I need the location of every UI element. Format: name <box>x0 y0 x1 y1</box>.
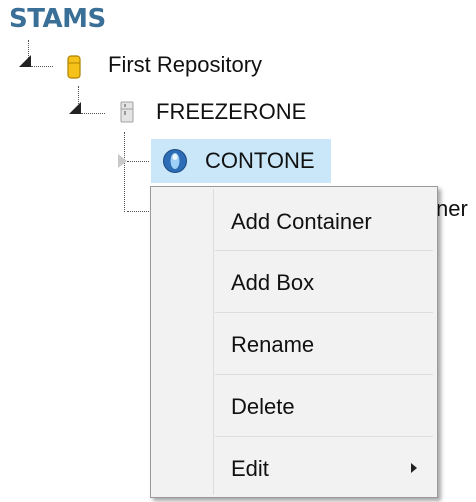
menu-item-label: Rename <box>231 332 315 357</box>
menu-separator <box>215 436 433 437</box>
menu-item-label: Add Container <box>231 209 372 234</box>
submenu-arrow-icon <box>411 463 417 473</box>
expand-toggle-root[interactable] <box>19 55 31 67</box>
freezer-icon <box>120 101 134 123</box>
app-title: STAMS <box>9 4 106 34</box>
tree-node-label: FREEZERONE <box>156 99 307 124</box>
menu-item-add-container[interactable]: Add Container <box>153 191 435 251</box>
container-icon <box>163 149 187 173</box>
menu-item-label: Add Box <box>231 270 315 295</box>
menu-separator <box>215 374 433 375</box>
menu-separator <box>215 250 433 251</box>
menu-item-edit[interactable]: Edit <box>153 438 435 498</box>
tree-connector <box>127 211 151 212</box>
expand-toggle-repository[interactable] <box>69 102 81 114</box>
tree-connector <box>127 161 149 162</box>
menu-item-delete[interactable]: Delete <box>153 376 435 436</box>
tree-connector <box>81 113 105 114</box>
context-menu: Add Container Add Box Rename Delete Edit <box>150 186 438 498</box>
repository-icon <box>67 55 81 79</box>
tree-node-label-partial: ner <box>436 196 468 221</box>
menu-item-add-box[interactable]: Add Box <box>153 252 435 312</box>
tree-node-label: First Repository <box>108 52 263 77</box>
tree-node-label: CONTONE <box>205 148 315 173</box>
menu-item-label: Edit <box>231 456 269 481</box>
tree-connector <box>31 66 53 67</box>
menu-separator <box>215 312 433 313</box>
expand-toggle-container[interactable] <box>118 154 127 168</box>
menu-item-rename[interactable]: Rename <box>153 314 435 374</box>
tree-connector <box>124 132 125 212</box>
menu-item-label: Delete <box>231 394 295 419</box>
